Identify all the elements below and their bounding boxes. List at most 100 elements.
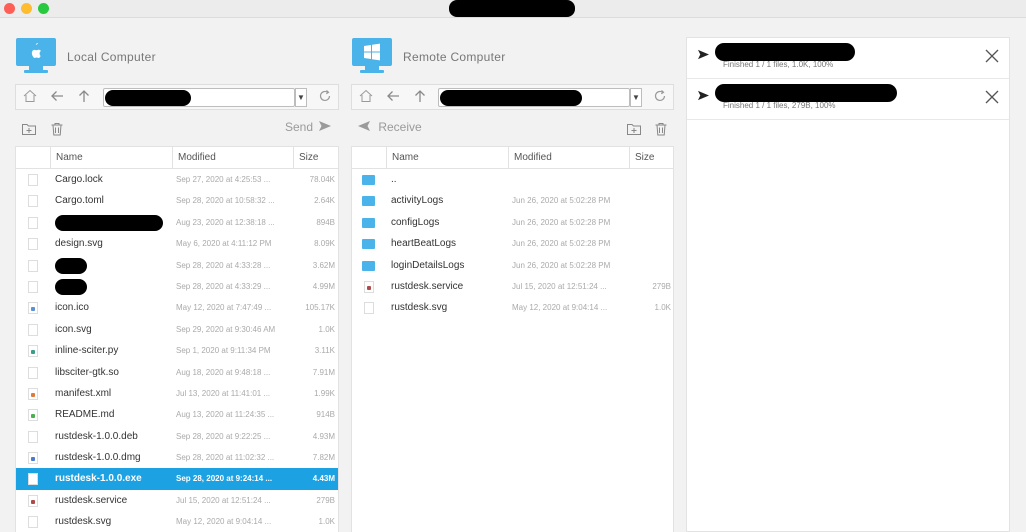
table-row[interactable]: rustdesk.svg May 12, 2020 at 9:04:14 ... 1… <box>352 297 673 318</box>
table-row[interactable]: rustdesk.service Jul 15, 2020 at 12:51:24… <box>16 490 338 511</box>
refresh-icon[interactable] <box>315 88 335 108</box>
file-modified: Aug 18, 2020 at 9:48:18 ... <box>176 367 271 377</box>
table-row[interactable]: icon.ico May 12, 2020 at 7:47:49 ... 105.1… <box>16 297 338 318</box>
back-arrow-icon[interactable] <box>47 88 67 108</box>
table-row[interactable]: manifest.xml Jul 13, 2020 at 11:41:01 ...… <box>16 383 338 404</box>
transfer-item: Finished 1 / 1 files, 1.0K, 100% <box>687 38 1009 79</box>
back-arrow-icon[interactable] <box>383 88 403 108</box>
table-row[interactable]: icon.svg Sep 29, 2020 at 9:30:46 AM 1.0K <box>16 319 338 340</box>
column-modified[interactable]: Modified <box>508 147 629 169</box>
title-bar <box>0 0 1026 18</box>
transfer-status: Finished 1 / 1 files, 279B, 100% <box>723 101 836 110</box>
file-icon <box>28 174 38 186</box>
table-row[interactable]: libsciter-gtk.so Aug 18, 2020 at 9:48:18 … <box>16 362 338 383</box>
table-row[interactable]: Sep 28, 2020 at 4:33:28 ... 3.62M <box>16 255 338 276</box>
file-modified: May 12, 2020 at 7:47:49 ... <box>176 303 272 313</box>
local-path-input[interactable] <box>103 88 295 107</box>
file-size: 914B <box>316 410 335 420</box>
zoom-window-button[interactable] <box>38 3 49 14</box>
remote-path-dropdown[interactable]: ▼ <box>630 88 642 107</box>
folder-icon <box>362 217 375 228</box>
file-name: heartBeatLogs <box>391 238 457 250</box>
file-size: 3.62M <box>312 260 335 270</box>
file-name: Cargo.lock <box>55 174 103 185</box>
close-icon[interactable] <box>983 47 1001 65</box>
column-name[interactable]: Name <box>50 147 172 169</box>
refresh-icon[interactable] <box>650 88 670 108</box>
file-modified: Jul 13, 2020 at 11:41:01 ... <box>176 388 271 398</box>
table-row[interactable]: heartBeatLogs Jun 26, 2020 at 5:02:28 PM <box>352 233 673 254</box>
file-modified: May 12, 2020 at 9:04:14 ... <box>176 517 272 527</box>
local-table-header: Name Modified Size <box>16 147 338 169</box>
file-icon <box>28 216 38 229</box>
transfer-item: Finished 1 / 1 files, 279B, 100% <box>687 79 1009 120</box>
table-row[interactable]: Aug 23, 2020 at 12:38:18 ... 894B <box>16 212 338 233</box>
send-button[interactable]: Send <box>285 120 332 134</box>
table-row[interactable]: Cargo.toml Sep 28, 2020 at 10:58:32 ... 2.… <box>16 190 338 211</box>
close-window-button[interactable] <box>4 3 15 14</box>
transfer-name-redacted <box>715 84 897 102</box>
file-modified: Sep 29, 2020 at 9:30:46 AM <box>176 324 276 334</box>
home-icon[interactable] <box>356 88 376 108</box>
trash-icon[interactable] <box>653 121 669 137</box>
table-row[interactable]: configLogs Jun 26, 2020 at 5:02:28 PM <box>352 212 673 233</box>
file-icon <box>28 430 38 443</box>
file-modified: Jun 26, 2020 at 5:02:28 PM <box>512 196 611 206</box>
table-row[interactable]: rustdesk-1.0.0.dmg Sep 28, 2020 at 11:02:… <box>16 447 338 468</box>
column-modified[interactable]: Modified <box>172 147 293 169</box>
table-row[interactable]: activityLogs Jun 26, 2020 at 5:02:28 PM <box>352 190 673 211</box>
table-row[interactable]: rustdesk.service Jul 15, 2020 at 12:51:24… <box>352 276 673 297</box>
file-icon <box>28 259 38 272</box>
ico-file-icon <box>28 302 38 315</box>
table-row[interactable]: design.svg May 6, 2020 at 4:11:12 PM 8.09K <box>16 233 338 254</box>
file-icon <box>28 323 38 336</box>
home-icon[interactable] <box>20 88 40 108</box>
markdown-file-icon <box>28 409 38 422</box>
transfer-name-redacted <box>715 43 855 61</box>
new-folder-icon[interactable] <box>626 121 642 137</box>
table-row[interactable]: loginDetailsLogs Jun 26, 2020 at 5:02:28 … <box>352 255 673 276</box>
file-size: 4.43M <box>312 474 335 484</box>
table-row[interactable]: rustdesk-1.0.0.deb Sep 28, 2020 at 9:22:2… <box>16 426 338 447</box>
remote-file-table: Name Modified Size .. activityLogs Jun 26,… <box>351 146 674 532</box>
column-size[interactable]: Size <box>629 147 674 169</box>
transfer-list: Finished 1 / 1 files, 1.0K, 100% Finished… <box>687 38 1009 120</box>
close-icon[interactable] <box>983 88 1001 106</box>
table-row[interactable]: README.md Aug 13, 2020 at 11:24:35 ... 914… <box>16 404 338 425</box>
table-row[interactable]: Cargo.lock Sep 27, 2020 at 4:25:53 ... 78.… <box>16 169 338 190</box>
file-modified: Jun 26, 2020 at 5:02:28 PM <box>512 217 611 227</box>
table-row[interactable]: rustdesk-1.0.0.exe Sep 28, 2020 at 9:24:1… <box>16 468 338 490</box>
file-size: 7.91M <box>312 367 335 377</box>
local-path-dropdown[interactable]: ▼ <box>295 88 307 107</box>
file-modified: Aug 23, 2020 at 12:38:18 ... <box>176 217 275 227</box>
up-arrow-icon[interactable] <box>74 88 94 108</box>
file-name: loginDetailsLogs <box>391 259 465 271</box>
file-modified: Sep 28, 2020 at 9:22:25 ... <box>176 431 271 441</box>
column-size[interactable]: Size <box>293 147 339 169</box>
service-file-icon <box>28 494 38 507</box>
dmg-file-icon <box>28 452 38 465</box>
remote-file-list: .. activityLogs Jun 26, 2020 at 5:02:28 PM… <box>352 169 673 319</box>
file-icon <box>28 280 38 293</box>
transfer-queue: Finished 1 / 1 files, 1.0K, 100% Finished… <box>686 37 1010 532</box>
file-modified: Sep 28, 2020 at 9:24:14 ... <box>176 474 273 484</box>
file-modified: Sep 28, 2020 at 4:33:29 ... <box>176 281 271 291</box>
table-row[interactable]: rustdesk.svg May 12, 2020 at 9:04:14 ... 1… <box>16 511 338 532</box>
column-name[interactable]: Name <box>386 147 508 169</box>
up-arrow-icon[interactable] <box>410 88 430 108</box>
table-row[interactable]: .. <box>352 169 673 190</box>
table-row[interactable]: inline-sciter.py Sep 1, 2020 at 9:11:34 P… <box>16 340 338 361</box>
trash-icon[interactable] <box>49 121 65 137</box>
new-folder-icon[interactable] <box>21 121 37 137</box>
minimize-window-button[interactable] <box>21 3 32 14</box>
folder-icon <box>362 260 375 271</box>
file-name: Cargo.toml <box>55 195 104 207</box>
table-row[interactable]: Sep 28, 2020 at 4:33:29 ... 4.99M <box>16 276 338 297</box>
file-transfer-window: Local Computer ▼ Send Name Modified Size… <box>0 0 1026 532</box>
remote-path-input[interactable] <box>438 88 630 107</box>
receive-arrow-icon <box>697 90 710 104</box>
receive-button[interactable]: Receive <box>357 120 422 134</box>
folder-icon <box>362 175 375 185</box>
file-icon <box>28 195 38 208</box>
remote-path-redacted <box>440 90 582 106</box>
